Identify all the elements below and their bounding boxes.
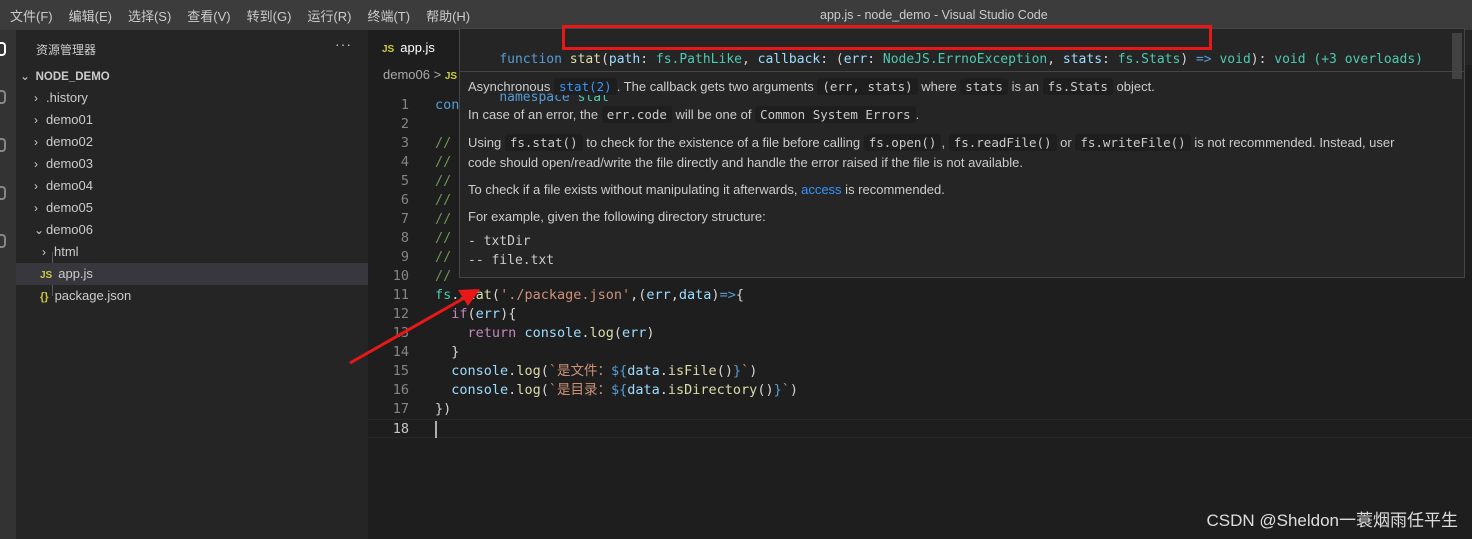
watermark: CSDN @Sheldon一蓑烟雨任平生 xyxy=(1206,511,1458,530)
annotation-arrow xyxy=(349,289,480,365)
